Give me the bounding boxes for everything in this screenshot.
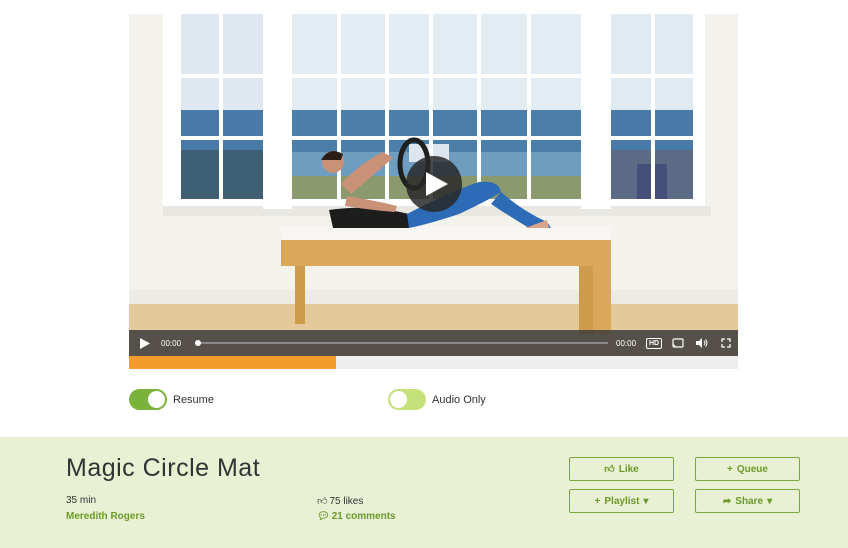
likes-text: 75 likes [329, 495, 364, 507]
audio-only-toggle[interactable]: Audio Only [388, 389, 486, 410]
plus-icon: + [727, 463, 733, 475]
resume-label: Resume [173, 393, 214, 406]
class-title: Magic Circle Mat [66, 454, 261, 482]
current-time: 00:00 [161, 338, 182, 348]
queue-button[interactable]: + Queue [695, 457, 800, 481]
class-duration: 35 min [66, 495, 97, 506]
comments-text: 21 comments [331, 511, 396, 522]
queue-label: Queue [736, 463, 768, 475]
resume-switch[interactable] [129, 389, 167, 410]
share-button[interactable]: ➦ Share ▾ [695, 489, 800, 513]
caret-down-icon: ▾ [767, 495, 773, 507]
scrubber[interactable] [195, 340, 608, 346]
player-controls: 00:00 00:00 HD [129, 330, 738, 356]
playlist-label: Playlist [604, 495, 640, 507]
plus-icon: + [594, 495, 601, 507]
resume-toggle[interactable]: Resume [129, 389, 214, 410]
caret-down-icon: ▾ [643, 495, 649, 507]
fullscreen-icon[interactable] [714, 330, 738, 356]
comment-icon: 💬︎ [317, 511, 330, 522]
hd-button[interactable]: HD [642, 330, 666, 356]
class-info-panel: Magic Circle Mat 35 min Meredith Rogers … [0, 437, 848, 548]
like-label: Like [618, 463, 639, 475]
comments-link[interactable]: 💬︎ 21 comments [317, 511, 396, 522]
watch-progress-fill [129, 356, 337, 369]
video-player[interactable]: 00:00 00:00 HD [129, 14, 738, 356]
volume-icon[interactable] [690, 330, 714, 356]
watch-progress-bar [129, 356, 738, 369]
play-overlay-button[interactable] [406, 156, 462, 212]
scrub-handle[interactable] [195, 340, 201, 346]
cast-icon[interactable] [666, 330, 690, 356]
like-button[interactable]: 👍︎ Like [569, 457, 674, 481]
likes-count: 👍︎ 75 likes [317, 495, 364, 508]
playlist-button[interactable]: + Playlist ▾ [569, 489, 674, 513]
hd-badge: HD [645, 337, 663, 349]
audio-only-switch[interactable] [388, 389, 426, 410]
share-icon: ➦ [722, 495, 732, 507]
audio-only-label: Audio Only [432, 393, 486, 406]
play-icon[interactable] [129, 330, 161, 356]
thumbs-up-icon: 👍︎ [604, 464, 615, 475]
thumbs-up-icon: 👍︎ [317, 496, 328, 507]
duration-time: 00:00 [616, 338, 637, 348]
share-label: Share [735, 495, 764, 507]
instructor-link[interactable]: Meredith Rogers [66, 511, 145, 522]
